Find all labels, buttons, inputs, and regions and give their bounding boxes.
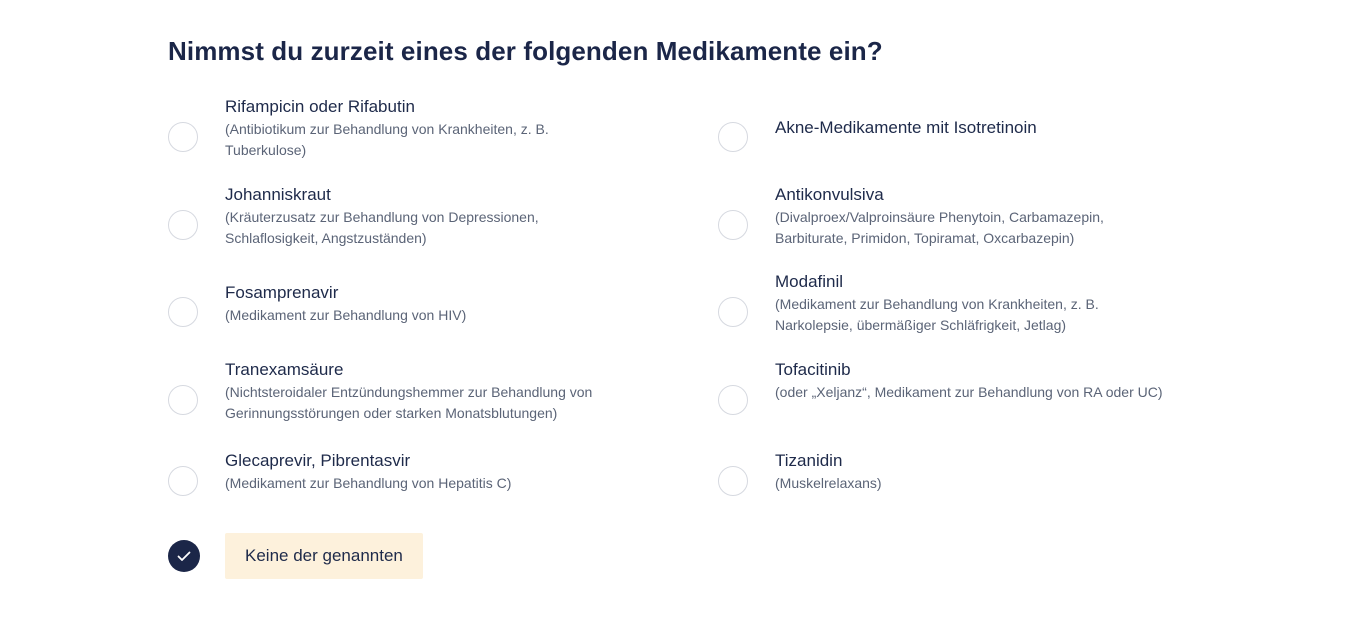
radio-button[interactable] xyxy=(168,122,198,152)
option-description: (Medikament zur Behandlung von Krankheit… xyxy=(775,296,1099,333)
none-option-button[interactable]: Keine der genannten xyxy=(225,533,423,579)
option-description: (Medikament zur Behandlung von Hepatitis… xyxy=(225,475,512,491)
radio-button[interactable] xyxy=(168,297,198,327)
radio-button[interactable] xyxy=(718,210,748,240)
option-modafinil[interactable]: Modafinil (Medikament zur Behandlung von… xyxy=(718,271,1178,337)
option-label: Akne-Medikamente mit Isotretinoin xyxy=(775,118,1037,137)
option-description: (Muskelrelaxans) xyxy=(775,475,882,491)
option-johanniskraut[interactable]: Johanniskraut (Kräuterzusatz zur Behandl… xyxy=(168,184,628,250)
radio-button[interactable] xyxy=(168,466,198,496)
option-label: Tofacitinib xyxy=(775,360,851,379)
option-description: (Divalproex/Valproinsäure Phenytoin, Car… xyxy=(775,209,1104,246)
option-description: (Kräuterzusatz zur Behandlung von Depres… xyxy=(225,209,539,246)
option-fosamprenavir[interactable]: Fosamprenavir (Medikament zur Behandlung… xyxy=(168,282,628,330)
option-description: (Antibiotikum zur Behandlung von Krankhe… xyxy=(225,121,549,158)
option-antikonvulsiva[interactable]: Antikonvulsiva (Divalproex/Valproinsäure… xyxy=(718,184,1178,250)
none-option-radio-selected[interactable] xyxy=(168,540,200,572)
option-label: Tranexamsäure xyxy=(225,360,344,379)
question-title: Nimmst du zurzeit eines der folgenden Me… xyxy=(168,36,883,66)
radio-button[interactable] xyxy=(718,297,748,327)
radio-button[interactable] xyxy=(718,122,748,152)
radio-button[interactable] xyxy=(718,385,748,415)
option-description: (oder „Xeljanz“, Medikament zur Behandlu… xyxy=(775,384,1163,400)
option-label: Antikonvulsiva xyxy=(775,185,884,204)
option-tranexamsaeure[interactable]: Tranexamsäure (Nichtsteroidaler Entzündu… xyxy=(168,359,628,425)
medication-question-page: Nimmst du zurzeit eines der folgenden Me… xyxy=(0,0,1355,626)
option-label: Modafinil xyxy=(775,272,844,291)
option-tofacitinib[interactable]: Tofacitinib (oder „Xeljanz“, Medikament … xyxy=(718,359,1178,425)
option-label: Rifampicin oder Rifabutin xyxy=(225,97,415,116)
radio-button[interactable] xyxy=(168,210,198,240)
option-label: Johanniskraut xyxy=(225,185,331,204)
checkmark-icon xyxy=(177,551,191,561)
option-tizanidin[interactable]: Tizanidin (Muskelrelaxans) xyxy=(718,450,1178,498)
radio-button[interactable] xyxy=(718,466,748,496)
option-label: Tizanidin xyxy=(775,451,843,470)
option-isotretinoin[interactable]: Akne-Medikamente mit Isotretinoin xyxy=(718,117,1178,157)
option-description: (Nichtsteroidaler Entzündungshemmer zur … xyxy=(225,384,593,421)
option-label: Fosamprenavir xyxy=(225,283,339,302)
option-glecaprevir[interactable]: Glecaprevir, Pibrentasvir (Medikament zu… xyxy=(168,450,628,498)
option-rifampicin[interactable]: Rifampicin oder Rifabutin (Antibiotikum … xyxy=(168,96,628,162)
option-description: (Medikament zur Behandlung von HIV) xyxy=(225,307,467,323)
radio-button[interactable] xyxy=(168,385,198,415)
option-label: Glecaprevir, Pibrentasvir xyxy=(225,451,411,470)
